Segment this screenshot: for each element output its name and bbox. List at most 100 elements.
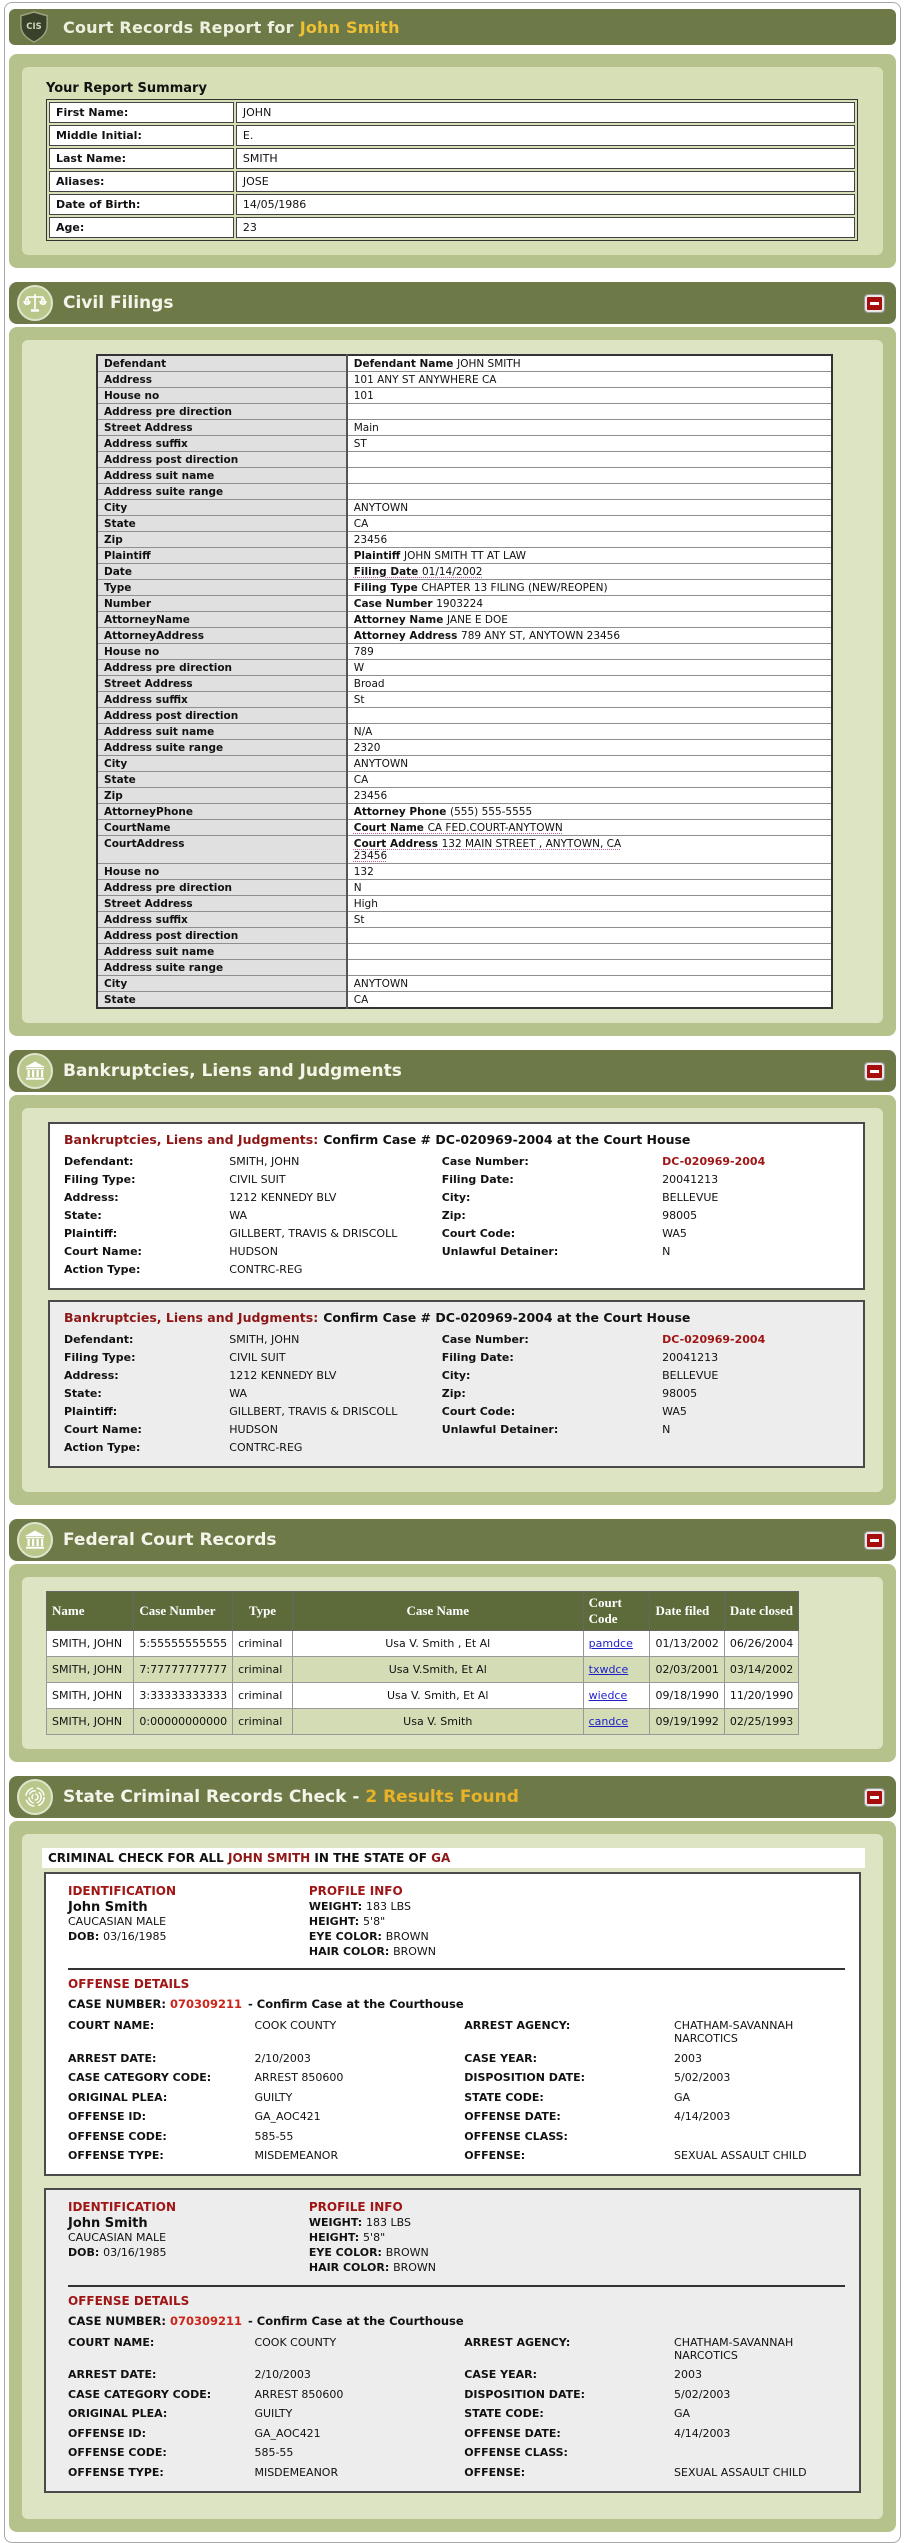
field-value: Plaintiff JOHN SMITH TT AT LAW [347, 548, 832, 564]
field-value: 14/05/1986 [236, 194, 855, 215]
field-label: Address suffix [97, 912, 347, 928]
field-value [347, 944, 832, 960]
field-label: DISPOSITION DATE: [464, 2071, 674, 2084]
federal-header-bar: Federal Court Records [9, 1519, 896, 1561]
field-label: Address suit name [97, 724, 347, 740]
field-value: 585-55 [254, 2446, 464, 2459]
field-value: CA [347, 992, 832, 1009]
field-label [442, 1441, 662, 1454]
bankruptcy-record: Bankruptcies, Liens and Judgments:Confir… [48, 1300, 865, 1468]
field-label: Address post direction [97, 928, 347, 944]
field-value: ANYTOWN [347, 500, 832, 516]
field-value: WA5 [662, 1227, 851, 1240]
field-label: City: [442, 1369, 662, 1382]
field-label: CourtAddress [97, 836, 347, 864]
civil-row: Address suite range [97, 960, 832, 976]
summary-heading: Your Report Summary [46, 81, 871, 96]
field-label: OFFENSE TYPE: [68, 2466, 254, 2479]
field-value: CHATHAM-SAVANNAH NARCOTICS [674, 2336, 845, 2362]
collapse-bankruptcies-button[interactable] [865, 1063, 884, 1080]
field-label: OFFENSE CLASS: [464, 2446, 674, 2459]
civil-row: Address suffixSt [97, 692, 832, 708]
field-value: GUILTY [254, 2091, 464, 2104]
field-value: GA_AOC421 [254, 2427, 464, 2440]
civil-row: AttorneyPhoneAttorney Phone (555) 555-55… [97, 804, 832, 820]
federal-table-header-row: NameCase NumberTypeCase NameCourt CodeDa… [47, 1592, 799, 1631]
type-cell: criminal [233, 1657, 293, 1683]
field-label: Zip [97, 532, 347, 548]
section-divider [68, 2285, 845, 2287]
case-number-cell: 3:33333333333 [134, 1683, 233, 1709]
field-value: 2/10/2003 [254, 2052, 464, 2065]
criminal-check-line: CRIMINAL CHECK FOR ALL JOHN SMITH IN THE… [42, 1848, 865, 1868]
court-code-link[interactable]: wiedce [589, 1689, 628, 1702]
case-number-line: CASE NUMBER: 070309211 - Confirm Case at t… [68, 1997, 845, 2011]
field-label: Address pre direction [97, 660, 347, 676]
field-value: BELLEVUE [662, 1191, 851, 1204]
scales-of-justice-icon [17, 285, 53, 321]
field-label: Address pre direction [97, 404, 347, 420]
date-closed-cell: 06/26/2004 [724, 1631, 798, 1657]
court-code-link[interactable]: candce [589, 1715, 629, 1728]
federal-record-row: SMITH, JOHN5:55555555555criminalUsa V. S… [47, 1631, 799, 1657]
civil-filings-panel: DefendantDefendant Name JOHN SMITHAddres… [9, 327, 896, 1036]
offense-fields-grid: COURT NAME:COOK COUNTYARREST AGENCY:CHAT… [68, 2336, 845, 2479]
field-label: State [97, 772, 347, 788]
case-number-value: 070309211 [170, 1997, 242, 2011]
field-value: Attorney Name JANE E DOE [347, 612, 832, 628]
summary-row: Middle Initial:E. [49, 125, 855, 146]
case-number-note: - Confirm Case at the Courthouse [248, 1997, 464, 2011]
case-number-label: CASE NUMBER: [68, 1997, 166, 2011]
field-value: MISDEMEANOR [254, 2466, 464, 2479]
field-value: GILLBERT, TRAVIS & DRISCOLL [229, 1405, 441, 1418]
field-value: Broad [347, 676, 832, 692]
field-label: ARREST DATE: [68, 2052, 254, 2065]
civil-filings-section: Civil Filings DefendantDefendant Name JO… [9, 282, 896, 1036]
column-header: Date closed [724, 1592, 798, 1631]
field-label: CASE YEAR: [464, 2052, 674, 2065]
name-cell: SMITH, JOHN [47, 1657, 134, 1683]
identification-column: IDENTIFICATIONJohn SmithCAUCASIAN MALEDO… [68, 1884, 309, 1959]
field-value: 98005 [662, 1387, 851, 1400]
court-code-link[interactable]: txwdce [589, 1663, 629, 1676]
field-value: 1212 KENNEDY BLV [229, 1191, 441, 1204]
field-label: COURT NAME: [68, 2336, 254, 2362]
collapse-civil-filings-button[interactable] [865, 295, 884, 312]
civil-row: CityANYTOWN [97, 500, 832, 516]
field-label: Address pre direction [97, 880, 347, 896]
field-label: OFFENSE: [464, 2149, 674, 2162]
check-line-middle: IN THE STATE OF [314, 1851, 427, 1865]
field-label: OFFENSE CODE: [68, 2446, 254, 2459]
field-label: STATE CODE: [464, 2091, 674, 2104]
type-cell: criminal [233, 1709, 293, 1735]
check-line-state: GA [431, 1851, 450, 1865]
civil-row: Address suffixSt [97, 912, 832, 928]
field-value: N [347, 880, 832, 896]
civil-filings-inner-panel: DefendantDefendant Name JOHN SMITHAddres… [22, 340, 883, 1023]
field-label: Date [97, 564, 347, 580]
field-label: Street Address [97, 896, 347, 912]
field-value-bold-prefix: Attorney Name [354, 614, 447, 626]
field-value [347, 452, 832, 468]
column-header: Type [233, 1592, 293, 1631]
field-value: DC-020969-2004 [662, 1155, 851, 1168]
civil-row: Address post direction [97, 928, 832, 944]
field-label: OFFENSE CODE: [68, 2130, 254, 2143]
field-value: CIVIL SUIT [229, 1351, 441, 1364]
field-value [347, 708, 832, 724]
court-code-link[interactable]: pamdce [589, 1637, 633, 1650]
field-label: Court Name: [64, 1423, 229, 1436]
civil-filings-header-bar: Civil Filings [9, 282, 896, 324]
field-label: Action Type: [64, 1263, 229, 1276]
field-label: Street Address [97, 420, 347, 436]
collapse-federal-button[interactable] [865, 1532, 884, 1549]
field-value: GUILTY [254, 2407, 464, 2420]
identification-column: IDENTIFICATIONJohn SmithCAUCASIAN MALEDO… [68, 2200, 309, 2275]
field-label: Zip: [442, 1209, 662, 1222]
record-fields-grid: Defendant:SMITH, JOHNCase Number:DC-0209… [64, 1333, 851, 1454]
civil-row: House no132 [97, 864, 832, 880]
field-label: OFFENSE ID: [68, 2110, 254, 2123]
collapse-criminal-button[interactable] [865, 1789, 884, 1806]
field-label: Case Number: [442, 1333, 662, 1346]
field-value [674, 2446, 845, 2459]
